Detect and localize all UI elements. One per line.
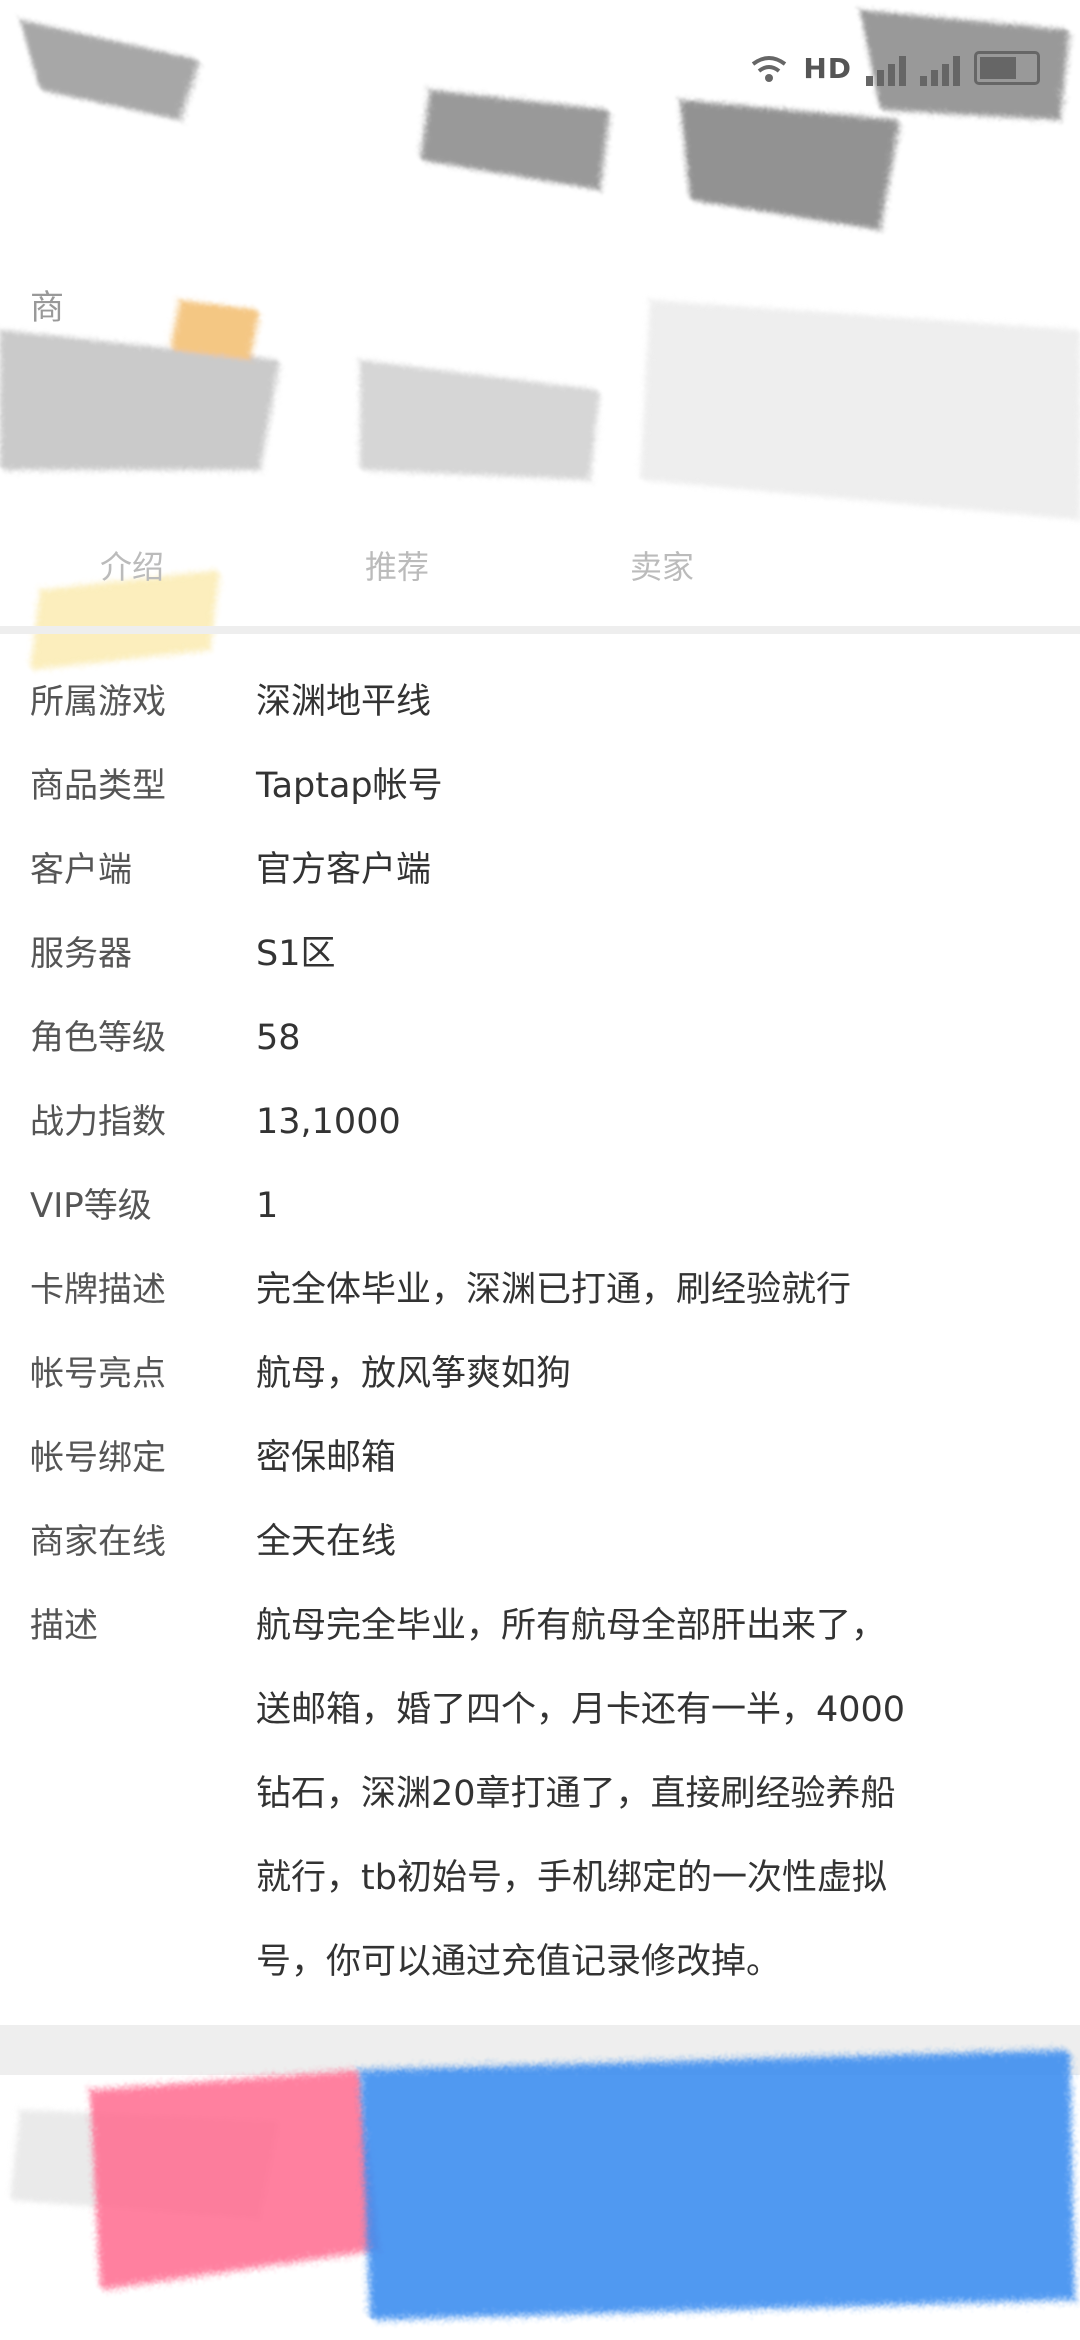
detail-label: 卡牌描述 [30,1270,166,1310]
tab-intro[interactable]: 介绍 [100,542,164,588]
detail-label: 帐号亮点 [30,1354,166,1394]
detail-value: 航母，放风筝爽如狗 [256,1354,572,1394]
detail-row-online: 商家在线 全天在线 [30,1500,1080,1584]
detail-value: 官方客户端 [256,850,432,890]
description-line: 号，你可以通过充值记录修改掉。 [256,1942,782,1982]
detail-row-highlight: 帐号亮点 航母，放风筝爽如狗 [30,1332,1080,1416]
tab-seller[interactable]: 卖家 [630,542,694,588]
detail-label: 所属游戏 [30,682,166,722]
detail-row-type: 商品类型 Taptap帐号 [30,744,1080,828]
detail-value: 13,1000 [256,1102,401,1142]
detail-row-client: 客户端 官方客户端 [30,828,1080,912]
detail-label: 角色等级 [30,1018,166,1058]
detail-value: 58 [256,1018,301,1058]
hd-icon: HD [803,51,852,85]
detail-row-vip: VIP等级 1 [30,1164,1080,1248]
description-line: 就行，tb初始号，手机绑定的一次性虚拟 [256,1858,887,1898]
detail-value: 完全体毕业，深渊已打通，刷经验就行 [256,1270,852,1310]
detail-label: 描述 [30,1606,98,1646]
description-text: 航母完全毕业，所有航母全部肝出来了， 送邮箱，婚了四个，月卡还有一半，4000 … [256,1584,1080,2004]
detail-value: 1 [256,1186,279,1226]
detail-row-card-desc: 卡牌描述 完全体毕业，深渊已打通，刷经验就行 [30,1248,1080,1332]
detail-row-binding: 帐号绑定 密保邮箱 [30,1416,1080,1500]
detail-value: Taptap帐号 [256,766,443,806]
divider [0,626,1080,634]
detail-label: 服务器 [30,934,132,974]
detail-row-level: 角色等级 58 [30,996,1080,1080]
description-line: 航母完全毕业，所有航母全部肝出来了， [256,1606,887,1646]
tab-bar: 介绍 推荐 卖家 [0,542,1080,602]
buy-button[interactable] [340,2040,1080,2330]
bottom-action-bar [0,2040,1080,2340]
signal-icon [866,50,906,86]
detail-label: 客户端 [30,850,132,890]
detail-label: 战力指数 [30,1102,166,1142]
description-line: 钻石，深渊20章打通了，直接刷经验养船 [256,1774,896,1814]
detail-value: 深渊地平线 [256,682,432,722]
detail-value: 密保邮箱 [256,1438,397,1478]
detail-row-description: 描述 航母完全毕业，所有航母全部肝出来了， 送邮箱，婚了四个，月卡还有一半，40… [30,1584,1080,2004]
detail-list: 所属游戏 深渊地平线 商品类型 Taptap帐号 客户端 官方客户端 服务器 S… [0,660,1080,2004]
detail-label: 商家在线 [30,1522,166,1562]
detail-row-game: 所属游戏 深渊地平线 [30,660,1080,744]
signal-icon [920,50,960,86]
detail-label: 商品类型 [30,766,166,806]
wifi-icon [752,56,787,82]
detail-value: S1区 [256,934,336,974]
status-bar: HD [749,38,1040,98]
detail-label: VIP等级 [30,1186,152,1226]
detail-value: 全天在线 [256,1522,397,1562]
description-line: 送邮箱，婚了四个，月卡还有一半，4000 [256,1690,906,1730]
detail-row-power: 战力指数 13,1000 [30,1080,1080,1164]
battery-icon [974,51,1040,85]
page-title: 商 [30,288,64,328]
tab-recommend[interactable]: 推荐 [365,542,429,588]
detail-label: 帐号绑定 [30,1438,166,1478]
detail-row-server: 服务器 S1区 [30,912,1080,996]
